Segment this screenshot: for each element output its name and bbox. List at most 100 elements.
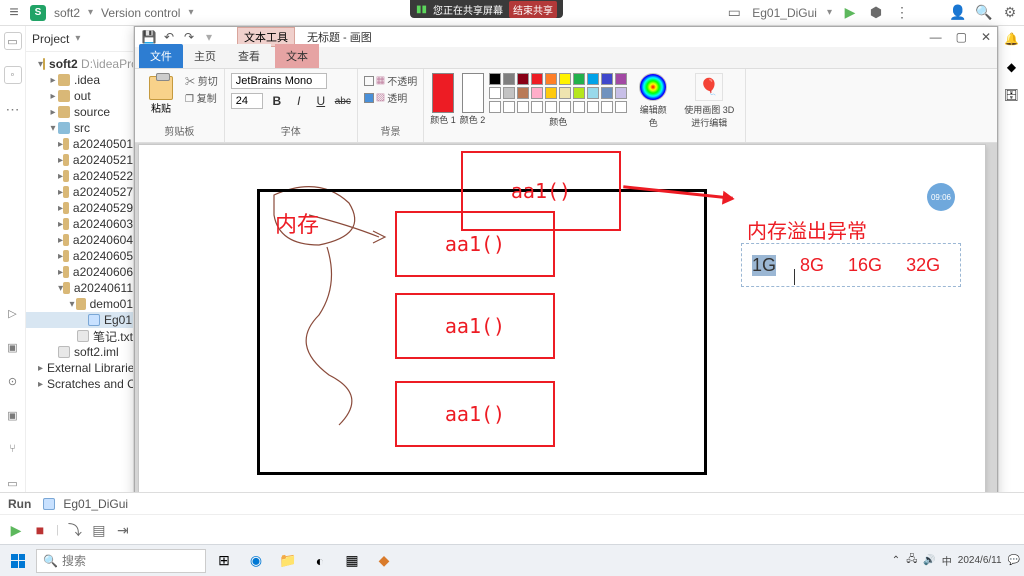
project-name[interactable]: soft2	[54, 6, 80, 20]
tab-text[interactable]: 文本	[275, 44, 319, 68]
notifications-icon[interactable]: 🔔	[1004, 32, 1019, 46]
task-view-icon[interactable]: ⊞	[210, 549, 238, 573]
project-tree[interactable]: ▾soft2 D:\ideaProj ▸.idea ▸out ▸source ▾…	[26, 52, 133, 492]
edge-icon[interactable]: ◉	[242, 549, 270, 573]
tree-ext-lib[interactable]: ▸External Libraries	[26, 360, 133, 376]
hamburger-icon[interactable]: ≡	[6, 5, 22, 21]
tree-file-selected[interactable]: Eg01	[26, 312, 133, 328]
color-swatch[interactable]	[503, 101, 515, 113]
edit-colors-icon[interactable]	[639, 73, 667, 101]
tab-file[interactable]: 文件	[139, 44, 183, 68]
cut-button[interactable]: ✂ 剪切	[185, 73, 218, 88]
tree-folder-src[interactable]: ▾src	[26, 120, 133, 136]
color-swatch[interactable]	[545, 87, 557, 99]
redo-icon[interactable]: ↷	[181, 29, 197, 45]
tree-folder[interactable]: ▸out	[26, 88, 133, 104]
color-swatch[interactable]	[559, 87, 571, 99]
qat-dropdown-icon[interactable]: ▾	[201, 29, 217, 45]
color-swatch[interactable]	[573, 101, 585, 113]
opaque-option[interactable]: ▦不透明	[364, 73, 417, 88]
user-icon[interactable]: 👤	[950, 5, 966, 21]
rerun-icon[interactable]: ▶	[8, 522, 24, 538]
tray-date[interactable]: 2024/6/11	[958, 555, 1002, 566]
tree-pkg[interactable]: ▸a20240606	[26, 264, 133, 280]
tree-folder[interactable]: ▸source	[26, 104, 133, 120]
tree-pkg[interactable]: ▸a20240605	[26, 248, 133, 264]
stop-share-button[interactable]: 结束共享	[509, 1, 557, 18]
color-palette[interactable]	[489, 73, 627, 113]
stop-icon[interactable]: ■	[32, 522, 48, 538]
run-icon[interactable]: ▶	[842, 5, 858, 21]
color-swatch[interactable]	[587, 87, 599, 99]
chrome-icon[interactable]: ◐	[306, 549, 334, 573]
color-swatch[interactable]	[517, 87, 529, 99]
italic-button[interactable]: I	[291, 93, 307, 109]
more-tool-icon[interactable]: ⋯	[4, 100, 22, 118]
tree-pkg[interactable]: ▸a20240603	[26, 216, 133, 232]
tree-pkg[interactable]: ▾a20240611	[26, 280, 133, 296]
font-size-select[interactable]: 24	[231, 93, 263, 109]
underline-button[interactable]: U	[313, 93, 329, 109]
tree-scratches[interactable]: ▸Scratches and Co	[26, 376, 133, 392]
app-icon[interactable]: ▦	[338, 549, 366, 573]
color-swatch[interactable]	[601, 73, 613, 85]
tray-volume-icon[interactable]: 🔊	[923, 555, 935, 566]
color-swatch[interactable]	[503, 87, 515, 99]
taskbar-search[interactable]: 🔍搜索	[36, 549, 206, 573]
color-2-swatch[interactable]	[462, 73, 484, 113]
tree-pkg[interactable]: ▸a20240521	[26, 152, 133, 168]
version-control-menu[interactable]: Version control	[101, 6, 180, 20]
color-swatch[interactable]	[503, 73, 515, 85]
run-tab[interactable]: Eg01_DiGui	[63, 497, 128, 511]
structure-tool-icon[interactable]: ▣	[4, 338, 22, 356]
save-icon[interactable]: 💾	[141, 29, 157, 45]
color-swatch[interactable]	[517, 101, 529, 113]
maximize-icon[interactable]: ▢	[956, 30, 967, 44]
color-swatch[interactable]	[559, 73, 571, 85]
color-swatch[interactable]	[601, 101, 613, 113]
tree-pkg[interactable]: ▸a20240604	[26, 232, 133, 248]
color-swatch[interactable]	[531, 101, 543, 113]
undo-icon[interactable]: ↶	[161, 29, 177, 45]
color-swatch[interactable]	[587, 101, 599, 113]
settings-icon[interactable]: ⚙	[1002, 5, 1018, 21]
tray-network-icon[interactable]: 🖧	[906, 552, 917, 569]
color-swatch[interactable]	[545, 101, 557, 113]
layout-icon[interactable]: ▤	[91, 522, 107, 538]
close-icon[interactable]: ✕	[981, 30, 991, 44]
settings-tool-icon[interactable]: ▭	[4, 474, 22, 492]
tree-pkg[interactable]: ▸a20240529	[26, 200, 133, 216]
git-tool-icon[interactable]: ⑂	[4, 440, 22, 458]
app-icon[interactable]: ◆	[370, 549, 398, 573]
paste-button[interactable]: 粘贴	[141, 73, 181, 117]
run-tool-icon[interactable]: ▷	[4, 304, 22, 322]
more-icon[interactable]: ⋮	[894, 5, 910, 21]
commit-tool-icon[interactable]: ◦	[4, 66, 22, 84]
tree-pkg[interactable]: ▸a20240501	[26, 136, 133, 152]
run-config-name[interactable]: Eg01_DiGui	[752, 6, 817, 20]
tray-notifications-icon[interactable]: 💬	[1008, 555, 1020, 566]
chevron-down-icon[interactable]: ▾	[188, 7, 193, 18]
tray-up-icon[interactable]: ⌃	[892, 555, 900, 566]
minimize-icon[interactable]: —	[930, 30, 942, 44]
start-button[interactable]	[4, 549, 32, 573]
tray-ime-icon[interactable]: 中	[942, 553, 952, 568]
paint-canvas-area[interactable]: 内存 aa1() aa1() aa1() aa1() 内存溢出异常 1G 8G …	[135, 143, 997, 521]
paint3d-icon[interactable]: 🎈	[695, 73, 723, 101]
terminal-tool-icon[interactable]: ▣	[4, 406, 22, 424]
debug-icon[interactable]: ⬢	[868, 5, 884, 21]
tree-folder[interactable]: ▸.idea	[26, 72, 133, 88]
pin-icon[interactable]: ⇥	[115, 522, 131, 538]
tree-pkg[interactable]: ▸a20240527	[26, 184, 133, 200]
paint-canvas[interactable]: 内存 aa1() aa1() aa1() aa1() 内存溢出异常 1G 8G …	[139, 145, 985, 497]
tree-file[interactable]: soft2.iml	[26, 344, 133, 360]
search-icon[interactable]: 🔍	[976, 5, 992, 21]
color-swatch[interactable]	[545, 73, 557, 85]
color-swatch[interactable]	[531, 73, 543, 85]
color-swatch[interactable]	[587, 73, 599, 85]
color-swatch[interactable]	[489, 101, 501, 113]
color-1-swatch[interactable]	[432, 73, 454, 113]
ai-assist-icon[interactable]: ◆	[1007, 60, 1016, 74]
color-swatch[interactable]	[489, 73, 501, 85]
color-swatch[interactable]	[531, 87, 543, 99]
